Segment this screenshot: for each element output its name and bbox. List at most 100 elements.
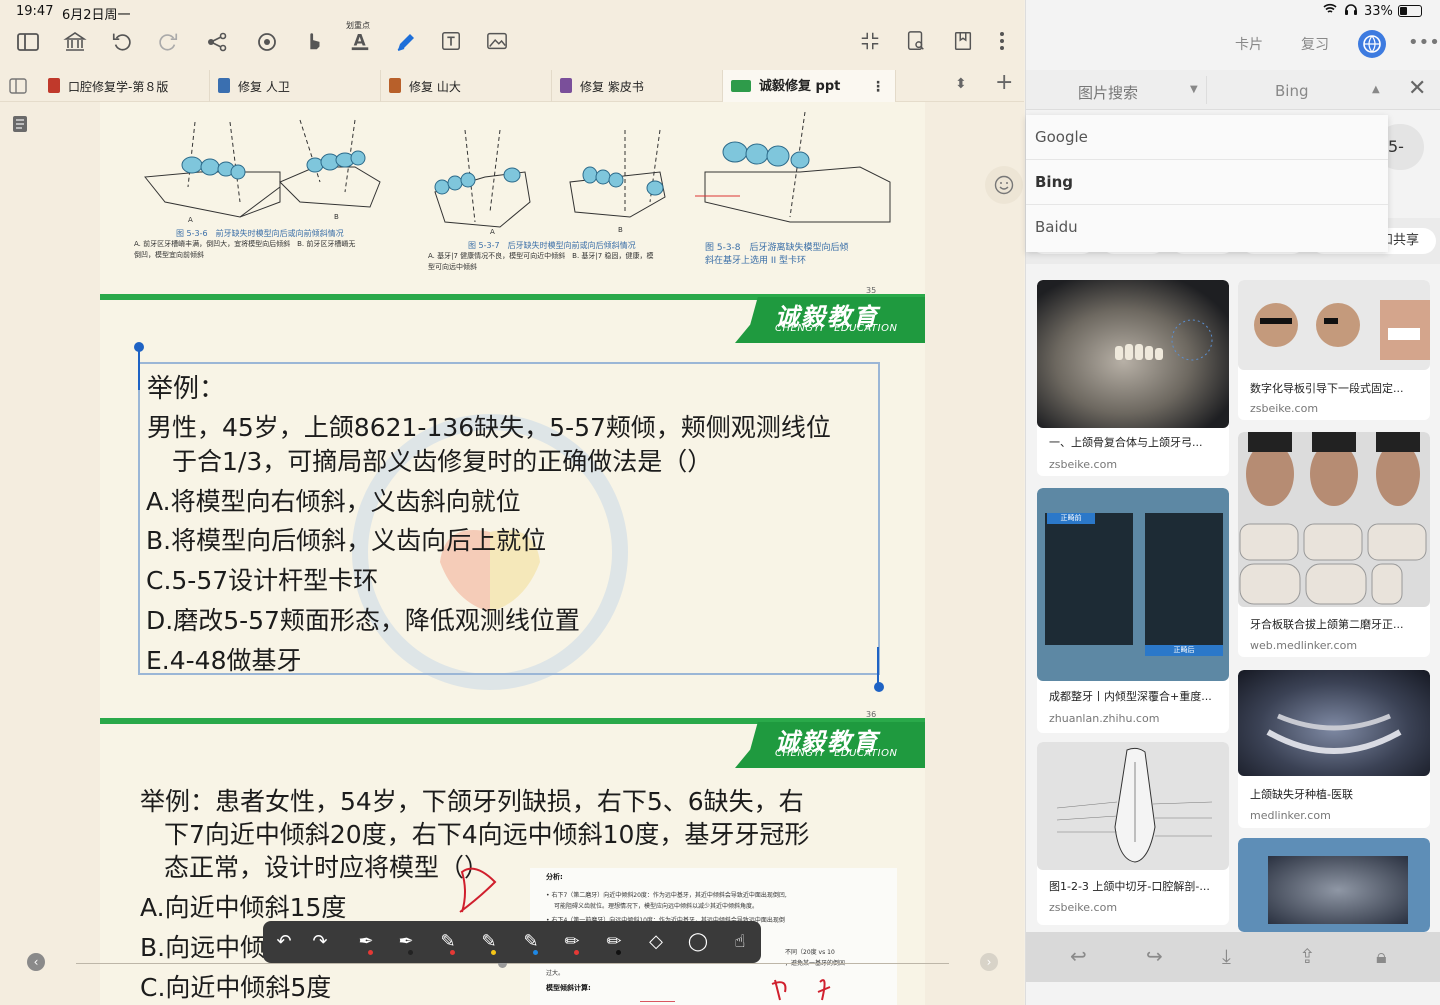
pen-tool-icon[interactable] — [392, 30, 420, 58]
tab-2[interactable]: 修复 人卫 — [210, 70, 381, 102]
tab-4[interactable]: 修复 紫皮书 — [552, 70, 723, 102]
skull-image — [1037, 280, 1229, 428]
image-result-card[interactable]: 数字化导板引导下一段式固定... zsbeike.com — [1238, 280, 1430, 420]
divider — [1206, 76, 1207, 104]
option-e: E.4-48做基牙 — [146, 646, 302, 675]
option-a: A.将模型向右倾斜，义齿斜向就位 — [146, 487, 521, 516]
close-icon[interactable]: ✕ — [1408, 76, 1426, 101]
image-insert-icon[interactable] — [483, 30, 511, 58]
tab-3[interactable]: 修复 山大 — [381, 70, 552, 102]
eraser-icon[interactable]: ◇ — [643, 928, 669, 956]
share-icon[interactable]: ⇪ — [1299, 944, 1316, 968]
highlighter-blue-icon[interactable]: ✎ — [518, 928, 544, 956]
cards-button[interactable]: 卡片 — [1235, 34, 1263, 54]
sync-icon[interactable] — [253, 30, 281, 58]
result-title: 数字化导板引导下一段式固定... — [1250, 382, 1404, 395]
headphones-icon — [1344, 3, 1358, 19]
review-button[interactable]: 复习 — [1301, 34, 1329, 54]
figure-description: 倒凹，模型宜向前倾斜 — [134, 251, 204, 259]
mindmap-icon[interactable] — [203, 30, 231, 58]
panoramic-xray — [1238, 838, 1430, 932]
sticker-button[interactable] — [985, 166, 1023, 204]
document-page[interactable]: A B A B 图 5-3-6 前牙缺失时模型向后或向前倾斜情况 A. 前牙区牙槽嵴… — [100, 102, 925, 1005]
notes-icon[interactable] — [13, 116, 27, 136]
hand-tool-icon[interactable] — [300, 30, 328, 58]
download-icon[interactable]: ⤓ — [1222, 944, 1231, 968]
figure-caption: 图 5-3-8 后牙游离缺失模型向后倾 — [705, 243, 849, 253]
result-source: zhuanlan.zhihu.com — [1049, 712, 1160, 725]
tab-1[interactable]: 口腔修复学-第８版 — [40, 70, 210, 102]
status-time: 19:47 — [16, 4, 54, 19]
engine-option-baidu[interactable]: Baidu — [1026, 205, 1388, 250]
image-result-card[interactable]: 正畸前 正畸后 成都整牙丨内倾型深覆合+重度... zhuanlan.zhihu… — [1037, 488, 1229, 733]
web-search-icon[interactable] — [1358, 30, 1386, 58]
chevron-down-icon[interactable]: ▼ — [1190, 84, 1198, 95]
search-type-selector[interactable]: 图片搜索 — [1078, 82, 1138, 103]
undo-stroke-icon[interactable]: ↶ — [271, 928, 297, 956]
image-result-card[interactable]: 上颌缺失牙种植-医联 medlinker.com — [1238, 670, 1430, 828]
page-scrubber[interactable] — [76, 963, 949, 964]
image-result-card[interactable]: 图1-2-3 上颌中切牙-口腔解剖-... zsbeike.com — [1037, 742, 1229, 925]
highlight-text-icon[interactable]: 划重点 A — [346, 22, 374, 56]
tab-more-icon[interactable]: ⋮ — [871, 70, 885, 104]
option-c: C.5-57设计杆型卡环 — [146, 566, 379, 595]
result-title: 一、上颌骨复合体与上颌牙弓... — [1049, 436, 1203, 449]
back-icon[interactable]: ↩ — [1070, 944, 1087, 968]
image-result-card[interactable]: 牙合板联合拔上颌第二磨牙正... web.medlinker.com — [1238, 432, 1430, 657]
forward-icon[interactable]: ↪ — [1146, 944, 1163, 968]
highlighter-yellow-icon[interactable]: ✎ — [476, 928, 502, 956]
highlighter-red-icon[interactable]: ✎ — [435, 928, 461, 956]
svg-text:A: A — [490, 228, 495, 236]
lock-icon[interactable]: 🔒︎ — [1376, 944, 1387, 968]
add-tab-icon[interactable]: + — [995, 70, 1013, 95]
hand-pan-icon[interactable]: ☝ — [727, 928, 753, 956]
option-c: C.向近中倾斜5度 — [140, 973, 332, 1002]
redo-icon[interactable] — [154, 30, 182, 58]
image-result-card[interactable] — [1238, 838, 1430, 932]
fountain-pen-black-icon[interactable]: ✒ — [393, 928, 419, 956]
main-toolbar: 划重点 A — [0, 22, 1024, 66]
result-source: medlinker.com — [1250, 809, 1331, 822]
selection-handle-end[interactable] — [874, 682, 884, 692]
image-result-card[interactable]: 一、上颌骨复合体与上颌牙弓... zsbeike.com — [1037, 280, 1229, 476]
library-icon[interactable] — [61, 30, 89, 58]
pencil-black-icon[interactable]: ✏ — [601, 928, 627, 956]
document-tabs: 口腔修复学-第８版 修复 人卫 修复 山大 修复 紫皮书 诚毅修复 ppt ⋮ … — [0, 70, 1024, 102]
previous-page-icon[interactable]: ‹ — [27, 953, 45, 971]
pdf-file-icon — [560, 78, 572, 93]
tag-before: 正畸前 — [1047, 513, 1095, 524]
collapse-icon[interactable] — [856, 30, 884, 58]
document-search-icon[interactable] — [902, 30, 930, 58]
panel-more-icon[interactable]: ••• — [1408, 32, 1440, 53]
result-source: zsbeike.com — [1049, 901, 1118, 914]
text-box-icon[interactable] — [437, 30, 465, 58]
question-text: 于合1/3，可摘局部义齿修复时的正确做法是（） — [172, 447, 713, 476]
reorder-tabs-icon[interactable]: ⬍ — [955, 76, 967, 92]
engine-option-google[interactable]: Google — [1026, 115, 1388, 160]
tab-5-active[interactable]: 诚毅修复 ppt ⋮ — [723, 70, 896, 102]
sidebar-toggle-icon[interactable] — [14, 30, 42, 58]
tab-overview-icon[interactable] — [9, 78, 27, 98]
engine-selector[interactable]: Bing — [1275, 82, 1309, 100]
highlight-caption: 划重点 — [346, 21, 370, 30]
tooth-anatomy-diagram — [1037, 742, 1229, 870]
more-options-icon[interactable] — [988, 30, 1016, 58]
selection-caret — [138, 350, 140, 390]
search-panel: 卡片 复习 ••• 图片搜索 ▼ Bing ▲ ✕ 5- On 高清 最新 颜色… — [1025, 0, 1440, 1005]
chevron-up-icon[interactable]: ▲ — [1372, 84, 1380, 95]
next-page-icon[interactable]: › — [980, 953, 998, 971]
status-bar: 19:47 6月2日周一 33% — [0, 0, 1440, 23]
lasso-icon[interactable]: ◯ — [685, 928, 711, 956]
figure-description: A. 前牙区牙槽嵴丰满，倒凹大，宜将模型向后倾斜 B. 前牙区牙槽嵴无 — [134, 240, 356, 248]
option-d: D.磨改5-57颊面形态，降低观测线位置 — [146, 606, 580, 635]
result-title: 牙合板联合拔上颌第二磨牙正... — [1250, 618, 1404, 631]
undo-icon[interactable] — [108, 30, 136, 58]
engine-option-bing[interactable]: Bing — [1026, 160, 1388, 205]
redo-stroke-icon[interactable]: ↷ — [307, 928, 333, 956]
bookmark-icon[interactable] — [949, 30, 977, 58]
fountain-pen-red-icon[interactable]: ✒ — [353, 928, 379, 956]
pencil-red-icon[interactable]: ✏ — [559, 928, 585, 956]
pdf-file-icon — [48, 78, 60, 93]
xray-panel — [1268, 856, 1408, 924]
panel-bottom-bar: ↩ ↪ ⤓ ⇪ 🔒︎ — [1026, 932, 1440, 982]
